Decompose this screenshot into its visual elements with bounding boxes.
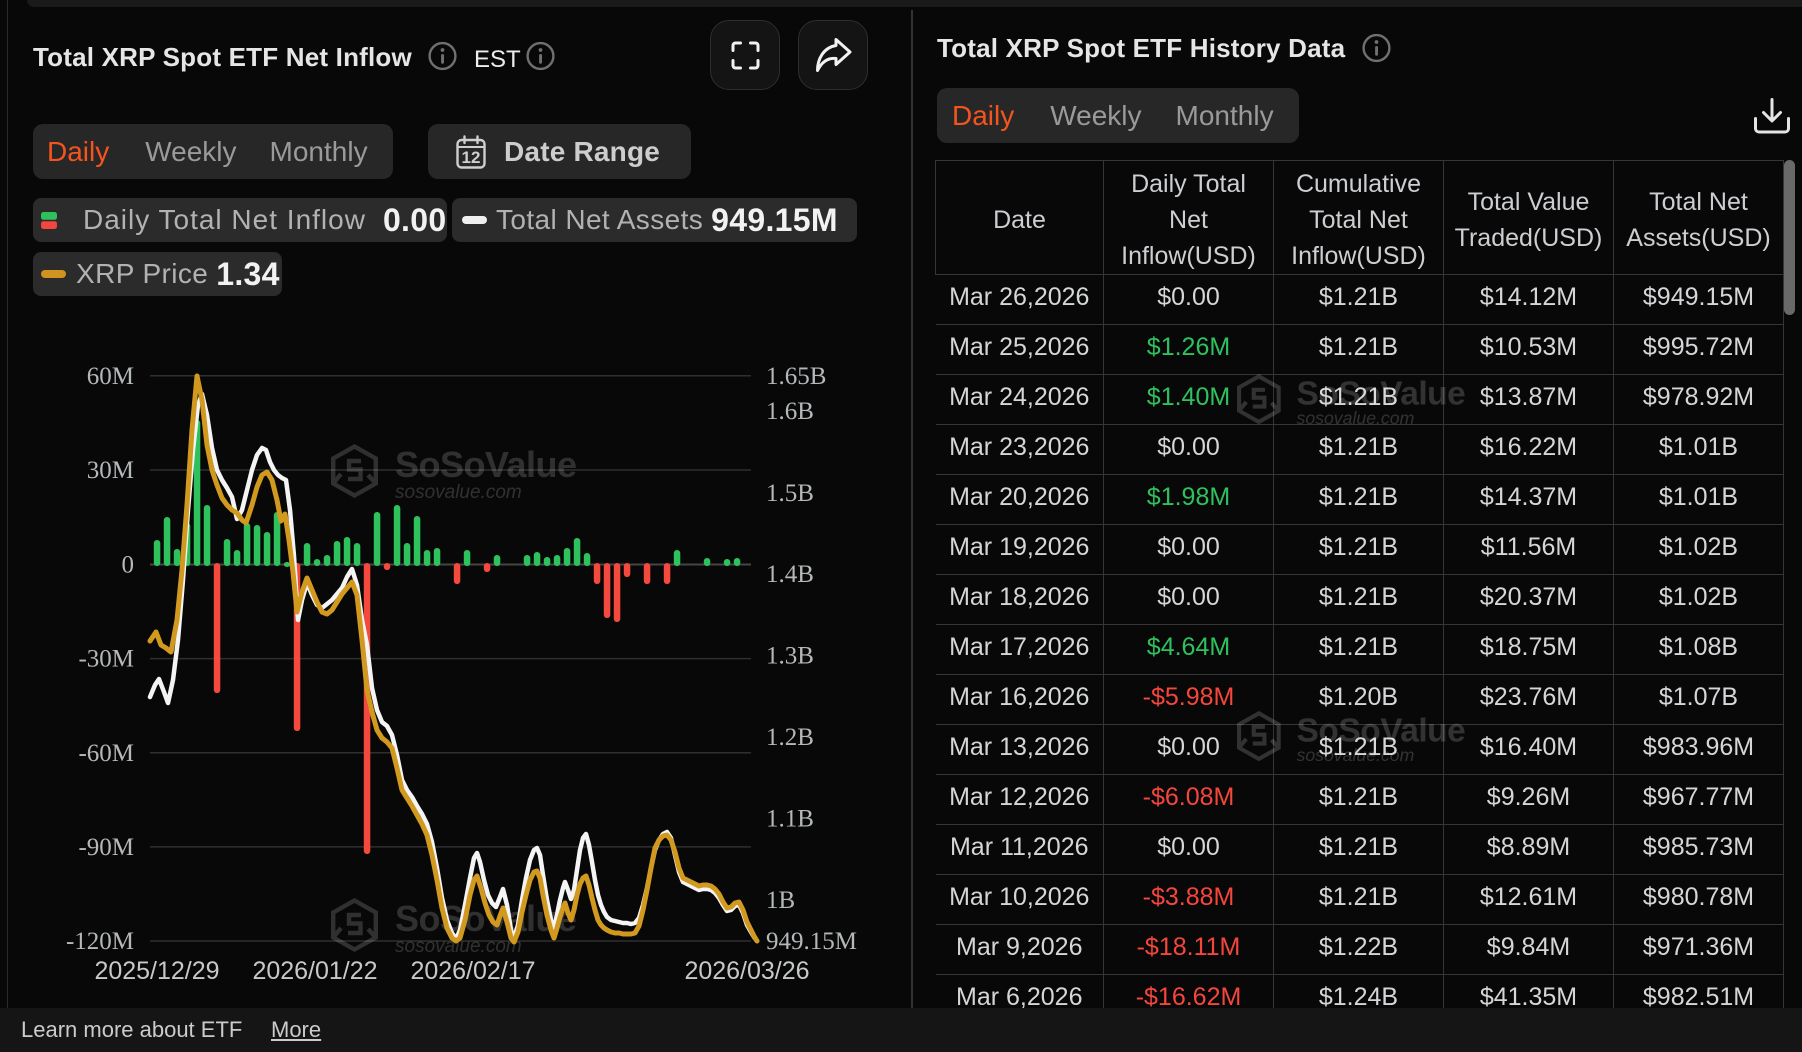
svg-text:2026/01/22: 2026/01/22 bbox=[252, 957, 377, 985]
svg-text:2026/02/17: 2026/02/17 bbox=[410, 957, 535, 985]
svg-text:30M: 30M bbox=[87, 457, 134, 484]
svg-text:SoSoValue: SoSoValue bbox=[1297, 713, 1466, 750]
svg-text:1.65B: 1.65B bbox=[766, 363, 826, 390]
svg-text:1.4B: 1.4B bbox=[766, 561, 814, 588]
svg-text:-30M: -30M bbox=[78, 646, 134, 673]
svg-text:60M: 60M bbox=[87, 363, 134, 390]
svg-text:2026/03/26: 2026/03/26 bbox=[684, 957, 809, 985]
svg-text:SoSoValue: SoSoValue bbox=[1297, 376, 1466, 413]
svg-text:1.2B: 1.2B bbox=[766, 724, 814, 751]
svg-text:SoSoValue: SoSoValue bbox=[395, 444, 577, 485]
svg-text:sosovalue.com: sosovalue.com bbox=[395, 482, 522, 503]
svg-text:1.6B: 1.6B bbox=[766, 398, 814, 425]
svg-text:-60M: -60M bbox=[78, 740, 134, 767]
svg-text:2025/12/29: 2025/12/29 bbox=[94, 957, 219, 985]
svg-text:1B: 1B bbox=[766, 887, 795, 914]
svg-text:1.1B: 1.1B bbox=[766, 806, 814, 833]
svg-text:949.15M: 949.15M bbox=[766, 928, 857, 955]
svg-text:1.3B: 1.3B bbox=[766, 643, 814, 670]
svg-text:-90M: -90M bbox=[78, 834, 134, 861]
svg-text:sosovalue.com: sosovalue.com bbox=[1297, 408, 1415, 428]
svg-text:sosovalue.com: sosovalue.com bbox=[1297, 745, 1415, 765]
svg-text:1.5B: 1.5B bbox=[766, 480, 814, 507]
svg-text:-120M: -120M bbox=[66, 928, 134, 955]
svg-text:0: 0 bbox=[122, 552, 135, 579]
